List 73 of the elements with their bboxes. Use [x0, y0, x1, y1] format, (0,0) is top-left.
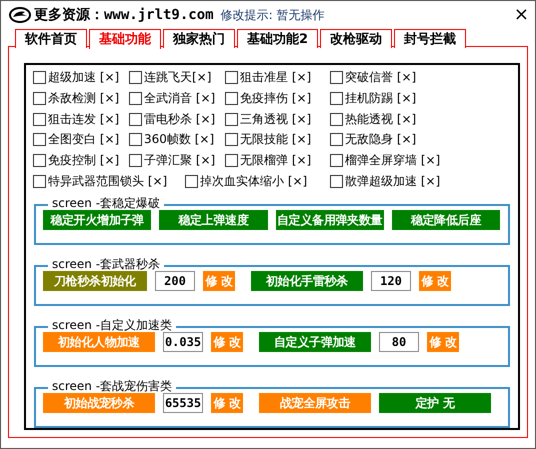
checkbox[interactable]	[225, 154, 238, 168]
checkbox[interactable]	[330, 112, 343, 126]
action-button[interactable]: 稳定降低后座	[392, 210, 500, 230]
checkbox[interactable]	[33, 70, 46, 84]
tab[interactable]: 独家热门	[163, 29, 235, 48]
close-button[interactable]: ×	[514, 6, 529, 24]
group-legend: screen -套稳定爆破	[48, 196, 164, 210]
checkbox-label: 免疫控制 [×]	[48, 152, 120, 170]
checkbox[interactable]	[225, 70, 238, 84]
checkbox[interactable]	[225, 133, 238, 146]
checkbox-label: 三角透视 [×]	[240, 110, 312, 128]
input-field[interactable]: 120	[371, 270, 411, 291]
checkbox-label: 热能透视 [×]	[345, 110, 416, 128]
checkbox[interactable]	[129, 154, 142, 168]
checkbox[interactable]	[225, 92, 238, 105]
checkbox[interactable]	[33, 133, 46, 146]
tab[interactable]: 基础功能	[89, 29, 161, 49]
checkbox[interactable]	[225, 112, 238, 126]
checkbox-label: 挂机防踢 [×]	[345, 90, 416, 107]
checkbox-label: 狙击准星 [×]	[240, 68, 312, 86]
checkbox[interactable]	[330, 133, 343, 146]
action-button[interactable]: 刀枪秒杀初始化	[43, 270, 147, 291]
checkbox-label: 连跳飞天[×]	[144, 68, 212, 86]
checkbox-label: 散弹超级加速 [×]	[345, 173, 440, 190]
checkbox[interactable]	[33, 112, 46, 126]
checkbox[interactable]	[330, 92, 343, 105]
checkbox[interactable]	[129, 70, 142, 84]
group-legend: screen -套战宠伤害类	[48, 378, 176, 393]
checkbox-label: 突破信誉 [×]	[345, 68, 416, 86]
status-hint: 修改提示: 暂无操作	[220, 6, 324, 24]
group-legend: screen -套武器秒杀	[48, 256, 164, 271]
checkbox-label: 全图变白 [×]	[48, 131, 120, 148]
checkbox-label: 特异武器范围锁头 [×]	[48, 173, 168, 190]
tab[interactable]: 软件首页	[15, 29, 87, 48]
checkbox-label: 无限技能 [×]	[240, 131, 312, 148]
window-title: 更多资源：www.jrlt9.com	[34, 6, 214, 24]
checkbox[interactable]	[33, 154, 46, 168]
action-button[interactable]: 自定义子弹加速	[259, 332, 371, 352]
checkbox[interactable]	[330, 175, 343, 188]
action-button[interactable]: 初始化手雷秒杀	[251, 270, 363, 291]
tab[interactable]: 封号拦截	[394, 29, 466, 48]
checkbox-label: 雷电秒杀 [×]	[144, 110, 216, 128]
group-legend: screen -自定义加速类	[48, 318, 176, 332]
checkbox-label: 子弹汇聚 [×]	[144, 152, 216, 170]
input-field[interactable]: 0.035	[163, 332, 203, 352]
checkbox-label: 全武消音 [×]	[144, 90, 216, 107]
action-button[interactable]: 定护 无	[379, 392, 491, 413]
checkbox-label: 狙击连发 [×]	[48, 110, 120, 128]
input-field[interactable]: 80	[379, 332, 419, 352]
action-button[interactable]: 稳定开火增加子弹	[43, 210, 152, 230]
checkbox[interactable]	[129, 133, 142, 146]
checkbox-label: 360帧数 [×]	[144, 131, 214, 148]
checkbox-label: 杀敌检测 [×]	[48, 90, 120, 107]
checkbox[interactable]	[185, 175, 198, 188]
checkbox[interactable]	[33, 92, 46, 105]
checkbox[interactable]	[330, 70, 343, 84]
checkbox-label: 无限榴弹 [×]	[240, 152, 312, 170]
checkbox[interactable]	[129, 112, 142, 126]
tab[interactable]: 改枪驱动	[320, 29, 392, 48]
checkbox[interactable]	[330, 154, 343, 168]
action-button[interactable]: 稳定上弹速度	[159, 210, 268, 230]
checkbox-label: 无敌隐身 [×]	[345, 131, 416, 148]
checkbox[interactable]	[33, 175, 46, 188]
checkbox-label: 免疫摔伤 [×]	[240, 90, 312, 107]
logo-icon	[9, 7, 31, 23]
tab[interactable]: 基础功能2	[237, 29, 318, 48]
checkbox[interactable]	[129, 92, 142, 105]
input-field[interactable]: 65535	[163, 392, 203, 413]
checkbox-label: 超级加速 [×]	[48, 68, 120, 86]
checkbox-label: 榴弹全屏穿墙 [×]	[345, 152, 440, 170]
input-field[interactable]: 200	[155, 270, 195, 291]
checkbox-label: 掉次血实体缩小 [×]	[200, 173, 308, 190]
action-button[interactable]: 自定义备用弹夹数量	[276, 210, 384, 230]
